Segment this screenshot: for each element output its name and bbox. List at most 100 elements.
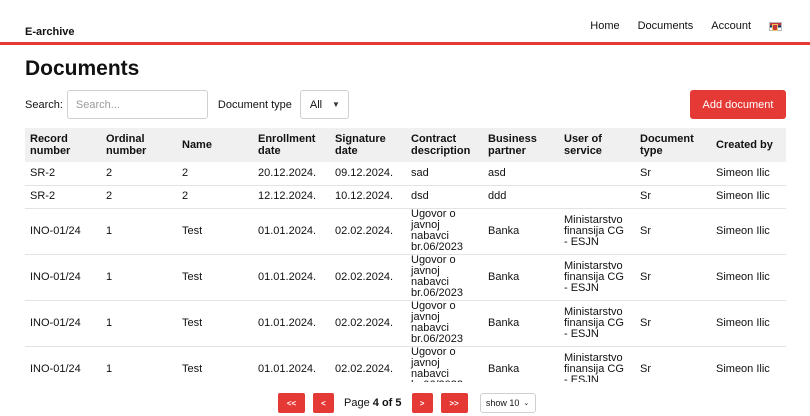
table-cell: 1 bbox=[101, 254, 177, 301]
table-cell: Sr bbox=[635, 208, 711, 255]
table-cell: Ministarstvo finansija CG - ESJN bbox=[559, 254, 635, 301]
page-prefix: Page bbox=[344, 397, 370, 409]
table-cell: 1 bbox=[101, 346, 177, 382]
table-cell bbox=[559, 185, 635, 209]
table-cell: Test bbox=[177, 300, 253, 347]
filter-bar: Search: Document type All ▼ bbox=[25, 90, 349, 119]
add-document-button[interactable]: Add document bbox=[690, 90, 786, 119]
table-row[interactable]: SR-2 2 2 20.12.2024. 09.12.2024. sad asd… bbox=[25, 162, 786, 186]
table-cell: 2 bbox=[177, 185, 253, 209]
table-cell: asd bbox=[483, 162, 559, 186]
table-cell: Simeon Ilic bbox=[711, 208, 786, 255]
table-cell: Sr bbox=[635, 346, 711, 382]
table-cell: 02.02.2024. bbox=[330, 300, 406, 347]
table-cell: Simeon Ilic bbox=[711, 346, 786, 382]
total-pages: 5 bbox=[395, 397, 402, 409]
table-cell: Test bbox=[177, 208, 253, 255]
table-cell: Simeon Ilic bbox=[711, 254, 786, 301]
page-indicator: Page 4 of 5 bbox=[344, 397, 402, 409]
column-header[interactable]: Name bbox=[177, 128, 253, 162]
table-row[interactable]: INO-01/24 1 Test 01.01.2024. 02.02.2024.… bbox=[25, 254, 786, 301]
table-cell: 2 bbox=[101, 162, 177, 186]
table-cell: 02.02.2024. bbox=[330, 254, 406, 301]
table-cell: Sr bbox=[635, 254, 711, 301]
column-header[interactable]: Document type bbox=[635, 128, 711, 162]
table-cell bbox=[559, 162, 635, 186]
table-cell: sad bbox=[406, 162, 483, 186]
top-navbar: E-archive Home Documents Account bbox=[0, 0, 810, 45]
column-header[interactable]: Record number bbox=[25, 128, 101, 162]
table-cell: Ugovor o javnoj nabavci br.06/2023 bbox=[406, 208, 483, 255]
table-cell: Test bbox=[177, 254, 253, 301]
column-header[interactable]: Signature date bbox=[330, 128, 406, 162]
table-cell: INO-01/24 bbox=[25, 254, 101, 301]
table-cell: 01.01.2024. bbox=[253, 346, 330, 382]
table-cell: 01.01.2024. bbox=[253, 208, 330, 255]
nav-documents-link[interactable]: Documents bbox=[638, 20, 694, 32]
table-cell: Banka bbox=[483, 254, 559, 301]
table-cell: 12.12.2024. bbox=[253, 185, 330, 209]
table-cell: 10.12.2024. bbox=[330, 185, 406, 209]
table-cell: Banka bbox=[483, 300, 559, 347]
table-cell: 20.12.2024. bbox=[253, 162, 330, 186]
table-cell: Ugovor o javnoj nabavci br.06/2023 bbox=[406, 346, 483, 382]
search-input[interactable] bbox=[66, 90, 208, 119]
table-cell: 09.12.2024. bbox=[330, 162, 406, 186]
table-cell: Ministarstvo finansija CG - ESJN bbox=[559, 208, 635, 255]
table-cell: Ministarstvo finansija CG - ESJN bbox=[559, 346, 635, 382]
table-cell: Test bbox=[177, 346, 253, 382]
table-cell: SR-2 bbox=[25, 162, 101, 186]
page-of-word: of bbox=[381, 397, 393, 409]
table-cell: 02.02.2024. bbox=[330, 208, 406, 255]
table-cell: SR-2 bbox=[25, 185, 101, 209]
table-cell: 1 bbox=[101, 208, 177, 255]
document-type-label: Document type bbox=[217, 98, 292, 111]
table-row[interactable]: INO-01/24 1 Test 01.01.2024. 02.02.2024.… bbox=[25, 208, 786, 255]
column-header[interactable]: Ordinal number bbox=[101, 128, 177, 162]
document-type-value: All bbox=[309, 98, 323, 111]
pagination: << < Page 4 of 5 > >> show 10 ⌄ bbox=[278, 393, 536, 413]
prev-page-button[interactable]: < bbox=[313, 393, 334, 413]
current-page: 4 bbox=[372, 397, 379, 409]
document-type-select[interactable]: All ▼ bbox=[299, 90, 349, 119]
column-header[interactable]: Contract description bbox=[406, 128, 483, 162]
table-cell: 2 bbox=[177, 162, 253, 186]
main-nav: Home Documents Account bbox=[590, 20, 782, 32]
page-size-value: show 10 bbox=[485, 398, 520, 408]
brand-logo-text[interactable]: E-archive bbox=[25, 26, 75, 38]
table-cell: dsd bbox=[406, 185, 483, 209]
last-page-button[interactable]: >> bbox=[440, 393, 468, 413]
table-header-row: Record number Ordinal number Name Enroll… bbox=[25, 128, 786, 162]
page-size-select[interactable]: show 10 ⌄ bbox=[479, 393, 536, 413]
table-cell: Simeon Ilic bbox=[711, 185, 786, 209]
page-title: Documents bbox=[25, 57, 140, 80]
table-cell: INO-01/24 bbox=[25, 346, 101, 382]
table-cell: 01.01.2024. bbox=[253, 254, 330, 301]
table-cell: Banka bbox=[483, 208, 559, 255]
table-cell: INO-01/24 bbox=[25, 300, 101, 347]
table-cell: ddd bbox=[483, 185, 559, 209]
serbia-flag-icon[interactable] bbox=[769, 21, 782, 31]
table-cell: Sr bbox=[635, 185, 711, 209]
table-cell: 2 bbox=[101, 185, 177, 209]
table-cell: Simeon Ilic bbox=[711, 300, 786, 347]
nav-account-link[interactable]: Account bbox=[711, 20, 751, 32]
table-row[interactable]: INO-01/24 1 Test 01.01.2024. 02.02.2024.… bbox=[25, 300, 786, 347]
chevron-down-icon: ⌄ bbox=[523, 400, 530, 407]
documents-table: Record number Ordinal number Name Enroll… bbox=[25, 128, 786, 382]
column-header[interactable]: Created by bbox=[711, 128, 786, 162]
next-page-button[interactable]: > bbox=[411, 393, 433, 413]
column-header[interactable]: User of service bbox=[559, 128, 635, 162]
caret-down-icon: ▼ bbox=[331, 100, 340, 109]
table-row[interactable]: INO-01/24 1 Test 01.01.2024. 02.02.2024.… bbox=[25, 346, 786, 382]
table-cell: Ugovor o javnoj nabavci br.06/2023 bbox=[406, 300, 483, 347]
column-header[interactable]: Enrollment date bbox=[253, 128, 330, 162]
first-page-button[interactable]: << bbox=[278, 393, 305, 413]
table-cell: Simeon Ilic bbox=[711, 162, 786, 186]
table-cell: Ugovor o javnoj nabavci br.06/2023 bbox=[406, 254, 483, 301]
table-cell: 02.02.2024. bbox=[330, 346, 406, 382]
documents-table-container[interactable]: Record number Ordinal number Name Enroll… bbox=[25, 128, 786, 382]
nav-home-link[interactable]: Home bbox=[590, 20, 619, 32]
table-row[interactable]: SR-2 2 2 12.12.2024. 10.12.2024. dsd ddd… bbox=[25, 185, 786, 209]
column-header[interactable]: Business partner bbox=[483, 128, 559, 162]
